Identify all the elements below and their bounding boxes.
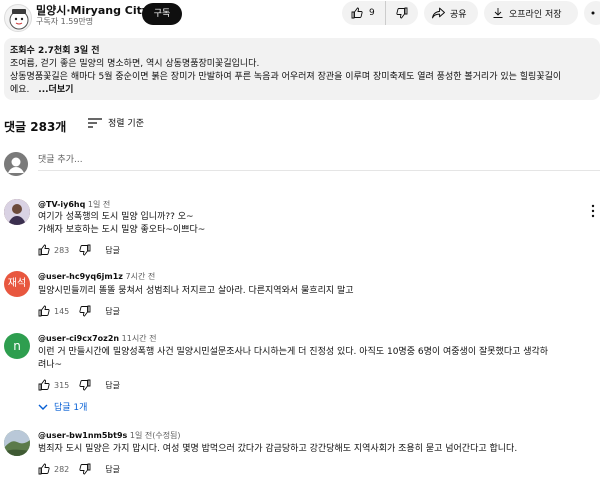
comment-actions: 145 답글 xyxy=(38,305,120,317)
view-stats: 조회수 2.7천회 3일 전 xyxy=(10,46,100,56)
thumb-down-icon xyxy=(79,244,91,256)
comment-reply-button[interactable]: 답글 xyxy=(105,464,120,475)
sort-label: 정렬 기준 xyxy=(108,119,144,129)
description-line-2: 상동명품꽃길은 해마다 5월 중순이면 붉은 장미가 만발하여 푸른 녹음과 어… xyxy=(10,72,562,82)
comment-avatar[interactable]: 재석 xyxy=(4,271,30,297)
comment-author-line: @user-hc9yq6jm1z 7시간 전 xyxy=(38,271,155,282)
comment-time[interactable]: 1일 전 xyxy=(88,200,110,209)
user-silhouette-icon xyxy=(4,152,28,176)
comment-time[interactable]: 11시간 전 xyxy=(122,334,157,343)
comment-like-button[interactable] xyxy=(38,379,50,391)
thumb-down-icon xyxy=(79,379,91,391)
comment-text-line: 려나~ xyxy=(38,360,63,370)
my-avatar xyxy=(4,152,28,176)
add-comment-underline xyxy=(38,170,600,171)
comment-menu-button[interactable] xyxy=(590,204,596,218)
description-line-3-text: 에요. xyxy=(10,85,30,95)
comment-text-line: 이런 거 만들시간에 밀양성폭행 사건 밀양시민설문조사나 다시하는게 더 진정… xyxy=(38,347,549,357)
share-button[interactable]: 공유 xyxy=(424,1,478,25)
thumb-up-icon xyxy=(38,379,50,391)
subscribe-button[interactable]: 구독 xyxy=(142,3,182,25)
comment-actions: 283 답글 xyxy=(38,244,120,256)
comment-like-button[interactable] xyxy=(38,305,50,317)
comment-text-line: 범죄자 도시 밀양은 가지 맙시다. 여성 몇명 밥먹으러 갔다가 감금당하고 … xyxy=(38,444,518,454)
comment-dislike-button[interactable] xyxy=(79,463,91,475)
add-comment-input[interactable]: 댓글 추가... xyxy=(38,152,83,165)
comment-avatar[interactable]: n xyxy=(4,333,30,359)
comment-author[interactable]: @user-bw1nm5bt9s xyxy=(38,431,127,440)
comment-dislike-button[interactable] xyxy=(79,379,91,391)
comment-like-count: 145 xyxy=(54,306,70,316)
description-line-1: 조여름, 걷기 좋은 밀양의 명소하면, 역시 상동명품장미꽃길입니다. xyxy=(10,59,260,69)
comment-text-line: 여기가 성폭행의 도시 밀양 입니까?? 오~ xyxy=(38,212,194,222)
comment-text-line: 가해자 보호하는 도시 밀양 좋오타~이쁘다~ xyxy=(38,225,206,235)
comment-author-line: @user-ci9cx7oz2n 11시간 전 xyxy=(38,333,156,344)
thumb-down-icon xyxy=(79,463,91,475)
comment-author[interactable]: @TV-iy6hq xyxy=(38,200,85,209)
comment-reply-button[interactable]: 답글 xyxy=(105,306,120,317)
avatar-photo-icon xyxy=(4,430,30,456)
dislike-button[interactable] xyxy=(386,1,418,25)
thumb-up-icon xyxy=(38,244,50,256)
thumb-up-icon xyxy=(351,7,363,19)
view-replies-button[interactable]: 답글 1개 xyxy=(38,400,87,413)
comment-author-line: @user-bw1nm5bt9s 1일 전(수정됨) xyxy=(38,430,181,441)
comment-reply-button[interactable]: 답글 xyxy=(105,380,120,391)
chevron-down-icon xyxy=(38,404,48,410)
share-icon xyxy=(432,7,445,19)
offline-save-label: 오프라인 저장 xyxy=(509,9,562,20)
comment-reply-button[interactable]: 답글 xyxy=(105,245,120,256)
sort-icon xyxy=(88,117,102,128)
comment-like-button[interactable] xyxy=(38,244,50,256)
show-more-link[interactable]: ...더보기 xyxy=(38,85,73,95)
thumb-down-icon xyxy=(79,305,91,317)
thumb-up-icon xyxy=(38,305,50,317)
offline-save-button[interactable]: 오프라인 저장 xyxy=(484,1,578,25)
vertical-dots-icon xyxy=(591,204,595,218)
thumb-down-icon xyxy=(396,7,408,19)
like-button[interactable]: 9 xyxy=(342,1,386,25)
comment-author[interactable]: @user-ci9cx7oz2n xyxy=(38,334,119,343)
comment-like-count: 283 xyxy=(54,245,70,255)
comment-actions: 282 답글 xyxy=(38,463,120,475)
subscriber-count: 구독자 1.59만명 xyxy=(36,17,94,26)
comment-like-count: 282 xyxy=(54,464,70,474)
comment-dislike-button[interactable] xyxy=(79,305,91,317)
like-count: 9 xyxy=(369,8,375,18)
thumb-up-icon xyxy=(38,463,50,475)
comment-avatar[interactable] xyxy=(4,199,30,225)
comment-like-count: 315 xyxy=(54,380,70,390)
more-horizontal-icon xyxy=(591,11,595,15)
comment-author[interactable]: @user-hc9yq6jm1z xyxy=(38,272,123,281)
comment-like-button[interactable] xyxy=(38,463,50,475)
comment-avatar[interactable] xyxy=(4,430,30,456)
miryang-mascot-logo xyxy=(9,9,29,30)
share-label: 공유 xyxy=(450,9,467,20)
comment-text-line: 밀양시민들끼리 똘똘 뭉쳐서 성범죄나 저지르고 살아라. 다른지역와서 물흐리… xyxy=(38,286,354,296)
comment-actions: 315 답글 xyxy=(38,379,120,391)
view-replies-label: 답글 1개 xyxy=(54,403,88,413)
comment-dislike-button[interactable] xyxy=(79,244,91,256)
description-line-3: 에요. ...더보기 xyxy=(10,82,73,95)
like-dislike-group: 9 xyxy=(342,1,418,25)
download-icon xyxy=(493,8,503,18)
comments-count: 댓글 283개 xyxy=(4,120,67,134)
sort-button[interactable]: 정렬 기준 xyxy=(88,116,144,129)
comment-time[interactable]: 1일 전(수정됨) xyxy=(130,431,181,440)
comment-author-line: @TV-iy6hq 1일 전 xyxy=(38,199,110,210)
comment-time[interactable]: 7시간 전 xyxy=(126,272,156,281)
more-actions-button[interactable] xyxy=(584,1,600,25)
avatar-photo-icon xyxy=(4,199,30,225)
channel-avatar[interactable] xyxy=(4,4,32,32)
